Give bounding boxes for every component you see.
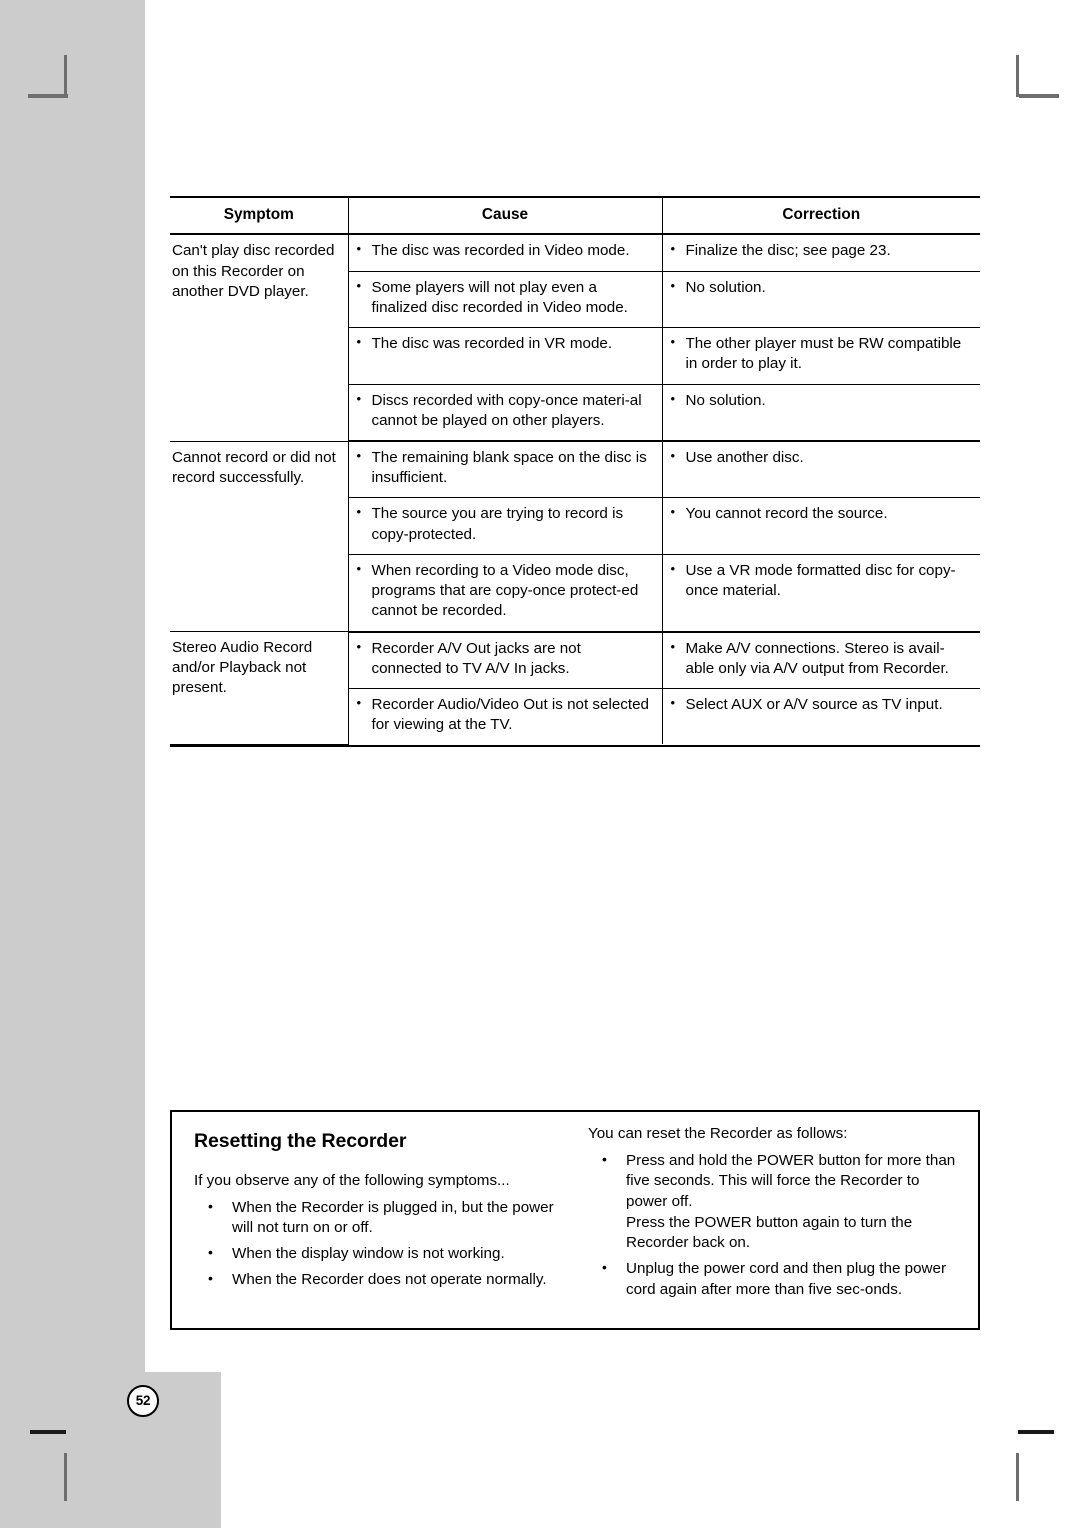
correction-bullet: Select AUX or A/V source as TV input. [671, 694, 971, 715]
cause-bullet: Discs recorded with copy-once materi-al … [357, 390, 652, 431]
cause-bullet: The remaining blank space on the disc is… [357, 447, 652, 488]
cause-bullet: When recording to a Video mode disc, pro… [357, 560, 652, 622]
correction-cell: Select AUX or A/V source as TV input. [662, 688, 980, 744]
cause-cell: The remaining blank space on the disc is… [348, 441, 663, 499]
reset-intro-text: You can reset the Recorder as follows: [588, 1125, 848, 1142]
column-header-cause: Cause [348, 195, 663, 236]
cause-bullet: Recorder Audio/Video Out is not selected… [357, 694, 652, 735]
correction-bullet: No solution. [671, 277, 971, 298]
crop-mark-top-left-vertical [64, 55, 67, 97]
correction-bullet: Use a VR mode formatted disc for copy-on… [671, 560, 971, 601]
cause-cell: Recorder A/V Out jacks are not connected… [348, 631, 663, 689]
reset-left-column: Resetting the Recorder If you observe an… [172, 1112, 578, 1328]
symptom-cell: Cannot record or did not record successf… [170, 441, 349, 633]
table-head: Symptom Cause Correction [170, 195, 980, 236]
list-item: When the display window is not working. [194, 1243, 568, 1265]
list-item-text: Unplug the power cord and then plug the … [626, 1259, 946, 1298]
symptom-cell: Stereo Audio Record and/or Playback not … [170, 631, 349, 745]
correction-bullet: The other player must be RW compatible i… [671, 333, 971, 374]
cause-cell: Discs recorded with copy-once materi-al … [348, 384, 663, 443]
left-gray-margin-band [0, 0, 145, 1528]
cause-bullet: The disc was recorded in VR mode. [357, 333, 652, 354]
table-row: Cannot record or did not record successf… [170, 441, 980, 633]
cause-cell: The disc was recorded in Video mode. [348, 234, 663, 272]
cause-bullet: Some players will not play even a finali… [357, 277, 652, 318]
crop-mark-top-left-horizontal [28, 94, 68, 98]
troubleshooting-table-wrapper: Symptom Cause Correction Can't play disc… [170, 195, 980, 747]
cause-cell: Some players will not play even a finali… [348, 271, 663, 329]
symptoms-intro-text: If you observe any of the following symp… [194, 1172, 510, 1189]
cause-cell: The disc was recorded in VR mode. [348, 327, 663, 385]
correction-cell: No solution. [662, 271, 980, 329]
symptom-cell: Can't play disc recorded on this Recorde… [170, 234, 349, 442]
correction-bullet: You cannot record the source. [671, 503, 971, 524]
cause-cell: When recording to a Video mode disc, pro… [348, 554, 663, 633]
crop-mark-top-right-horizontal [1019, 94, 1059, 98]
troubleshooting-table: Symptom Cause Correction Can't play disc… [170, 195, 980, 745]
cause-cell: The source you are trying to record is c… [348, 497, 663, 555]
bottom-gray-margin-block [0, 1372, 221, 1528]
correction-bullet: Finalize the disc; see page 23. [671, 240, 971, 261]
list-item: When the Recorder does not operate norma… [194, 1269, 568, 1291]
cause-cell: Recorder Audio/Video Out is not selected… [348, 688, 663, 745]
correction-cell: Finalize the disc; see page 23. [662, 234, 980, 272]
column-header-correction: Correction [662, 195, 980, 236]
column-header-symptom: Symptom [170, 195, 349, 236]
list-item: Unplug the power cord and then plug the … [588, 1258, 964, 1300]
correction-bullet: No solution. [671, 390, 971, 411]
correction-bullet: Use another disc. [671, 447, 971, 468]
resetting-the-recorder-box: Resetting the Recorder If you observe an… [170, 1110, 980, 1330]
correction-bullet: Make A/V connections. Stereo is avail-ab… [671, 638, 971, 679]
cause-bullet: Recorder A/V Out jacks are not connected… [357, 638, 652, 679]
crop-mark-top-right-vertical [1016, 55, 1019, 97]
reset-right-column: You can reset the Recorder as follows: P… [578, 1112, 978, 1328]
table-row: Can't play disc recorded on this Recorde… [170, 234, 980, 442]
crop-mark-bottom-left-horizontal [30, 1430, 66, 1434]
crop-mark-bottom-right-horizontal [1018, 1430, 1054, 1434]
correction-cell: The other player must be RW compatible i… [662, 327, 980, 385]
page-number-badge: 52 [127, 1385, 159, 1417]
list-item: Press and hold the POWER button for more… [588, 1150, 964, 1254]
correction-cell: No solution. [662, 384, 980, 443]
symptoms-list: When the Recorder is plugged in, but the… [194, 1197, 568, 1291]
crop-mark-bottom-left-vertical [64, 1453, 67, 1501]
correction-cell: Make A/V connections. Stereo is avail-ab… [662, 631, 980, 689]
list-item-continuation: Press the POWER button again to turn the… [626, 1213, 913, 1252]
cause-bullet: The source you are trying to record is c… [357, 503, 652, 544]
table-header-row: Symptom Cause Correction [170, 195, 980, 236]
correction-cell: You cannot record the source. [662, 497, 980, 555]
list-item: When the Recorder is plugged in, but the… [194, 1197, 568, 1239]
correction-cell: Use a VR mode formatted disc for copy-on… [662, 554, 980, 633]
table-body: Can't play disc recorded on this Recorde… [170, 234, 980, 745]
crop-mark-bottom-right-vertical [1016, 1453, 1019, 1501]
list-item-text: Press and hold the POWER button for more… [626, 1151, 956, 1210]
table-bottom-rule [170, 744, 980, 747]
reset-steps-list: Press and hold the POWER button for more… [588, 1150, 964, 1301]
correction-cell: Use another disc. [662, 441, 980, 499]
table-row: Stereo Audio Record and/or Playback not … [170, 631, 980, 745]
cause-bullet: The disc was recorded in Video mode. [357, 240, 652, 261]
section-title: Resetting the Recorder [194, 1130, 407, 1152]
